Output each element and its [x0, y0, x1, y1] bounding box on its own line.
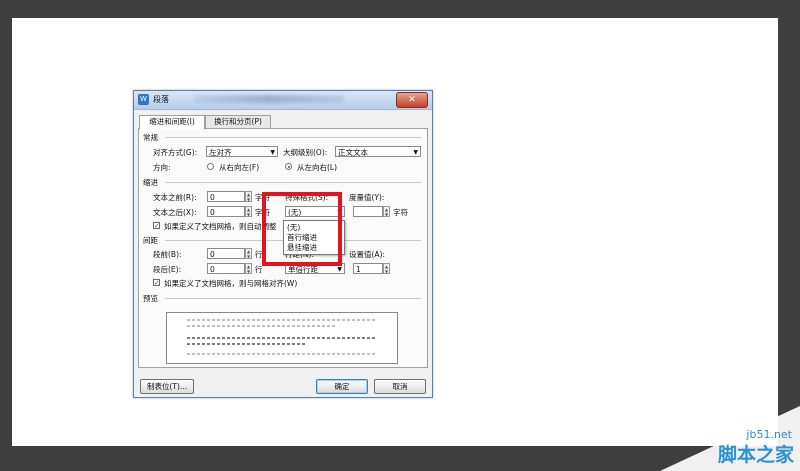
blurred-title-region: [194, 95, 344, 103]
space-after-input[interactable]: 0: [207, 263, 245, 274]
preview-section-label: 预览: [143, 294, 158, 303]
spacing-section-label: 间距: [143, 236, 158, 245]
chevron-down-icon: ▼: [270, 149, 275, 156]
preview-line: [187, 343, 307, 345]
line-spacing-at-input[interactable]: 1: [353, 263, 383, 274]
alignment-label: 对齐方式(G):: [153, 148, 198, 157]
indent-divider: [165, 182, 421, 183]
space-after-label: 段后(E):: [153, 265, 182, 274]
dialog-titlebar[interactable]: W 段落 ✕: [134, 91, 432, 110]
indent-after-label: 文本之后(X):: [153, 208, 197, 217]
site-watermark: jb51.net 脚本之家: [650, 401, 800, 471]
preview-box: [166, 312, 398, 364]
indent-value-spinner[interactable]: ▲ ▼: [383, 206, 390, 217]
indent-section-label: 缩进: [143, 178, 158, 187]
cancel-button[interactable]: 取消: [374, 379, 426, 394]
indent-before-input[interactable]: 0: [207, 191, 245, 202]
watermark-name: 脚本之家: [717, 444, 794, 466]
preview-line: [187, 325, 337, 327]
general-section-label: 常规: [143, 133, 158, 142]
rtl-radio[interactable]: [207, 163, 214, 170]
ok-button[interactable]: 确定: [316, 379, 368, 394]
tab-indent-spacing[interactable]: 缩进和间距(I): [139, 115, 205, 130]
preview-line: [187, 337, 377, 339]
line-spacing-value: 单倍行距: [288, 265, 318, 274]
line-spacing-at-spinner[interactable]: ▲ ▼: [383, 263, 390, 274]
space-after-spinner[interactable]: ▲ ▼: [245, 263, 252, 274]
close-button[interactable]: ✕: [396, 92, 428, 108]
preview-line: [187, 353, 377, 355]
outline-level-value: 正文文本: [338, 148, 368, 157]
alignment-value: 左对齐: [209, 148, 232, 157]
preview-line: [187, 319, 377, 321]
dialog-title: 段落: [153, 95, 169, 104]
line-spacing-at-label: 设置值(A):: [349, 250, 386, 259]
alignment-select[interactable]: 左对齐 ▼: [206, 146, 278, 157]
space-before-label: 段前(B):: [153, 250, 182, 259]
indent-value-label: 度量值(Y):: [349, 193, 385, 202]
tab-line-page-breaks[interactable]: 换行和分页(P): [205, 115, 271, 129]
indent-value-unit: 字符: [393, 208, 408, 217]
general-divider: [165, 137, 421, 138]
spacing-grid-checkbox[interactable]: ✓: [153, 279, 160, 287]
rtl-label: 从右向左(F): [219, 163, 260, 172]
ltr-radio[interactable]: [285, 163, 292, 170]
wps-app-icon: W: [138, 94, 149, 105]
indent-after-input[interactable]: 0: [207, 206, 245, 217]
outline-level-label: 大纲级别(O):: [283, 148, 328, 157]
chevron-down-icon: ▼: [413, 149, 418, 156]
indent-grid-label: 如果定义了文档网格，则自动调整: [164, 222, 277, 231]
ltr-label: 从左向右(L): [297, 163, 338, 172]
indent-before-label: 文本之前(R):: [153, 193, 197, 202]
indent-grid-checkbox[interactable]: ✓: [153, 222, 160, 230]
tab-stops-button[interactable]: 制表位(T)...: [140, 379, 194, 394]
space-before-input[interactable]: 0: [207, 248, 245, 259]
preview-divider: [165, 298, 421, 299]
indent-after-spinner[interactable]: ▲ ▼: [245, 206, 252, 217]
indent-value-input[interactable]: [353, 206, 383, 217]
direction-label: 方向:: [153, 163, 171, 172]
outline-level-select[interactable]: 正文文本 ▼: [335, 146, 421, 157]
red-highlight-box: [262, 192, 342, 266]
spacing-grid-label: 如果定义了文档网格，则与网格对齐(W): [164, 279, 298, 288]
space-before-spinner[interactable]: ▲ ▼: [245, 248, 252, 259]
indent-before-spinner[interactable]: ▲ ▼: [245, 191, 252, 202]
